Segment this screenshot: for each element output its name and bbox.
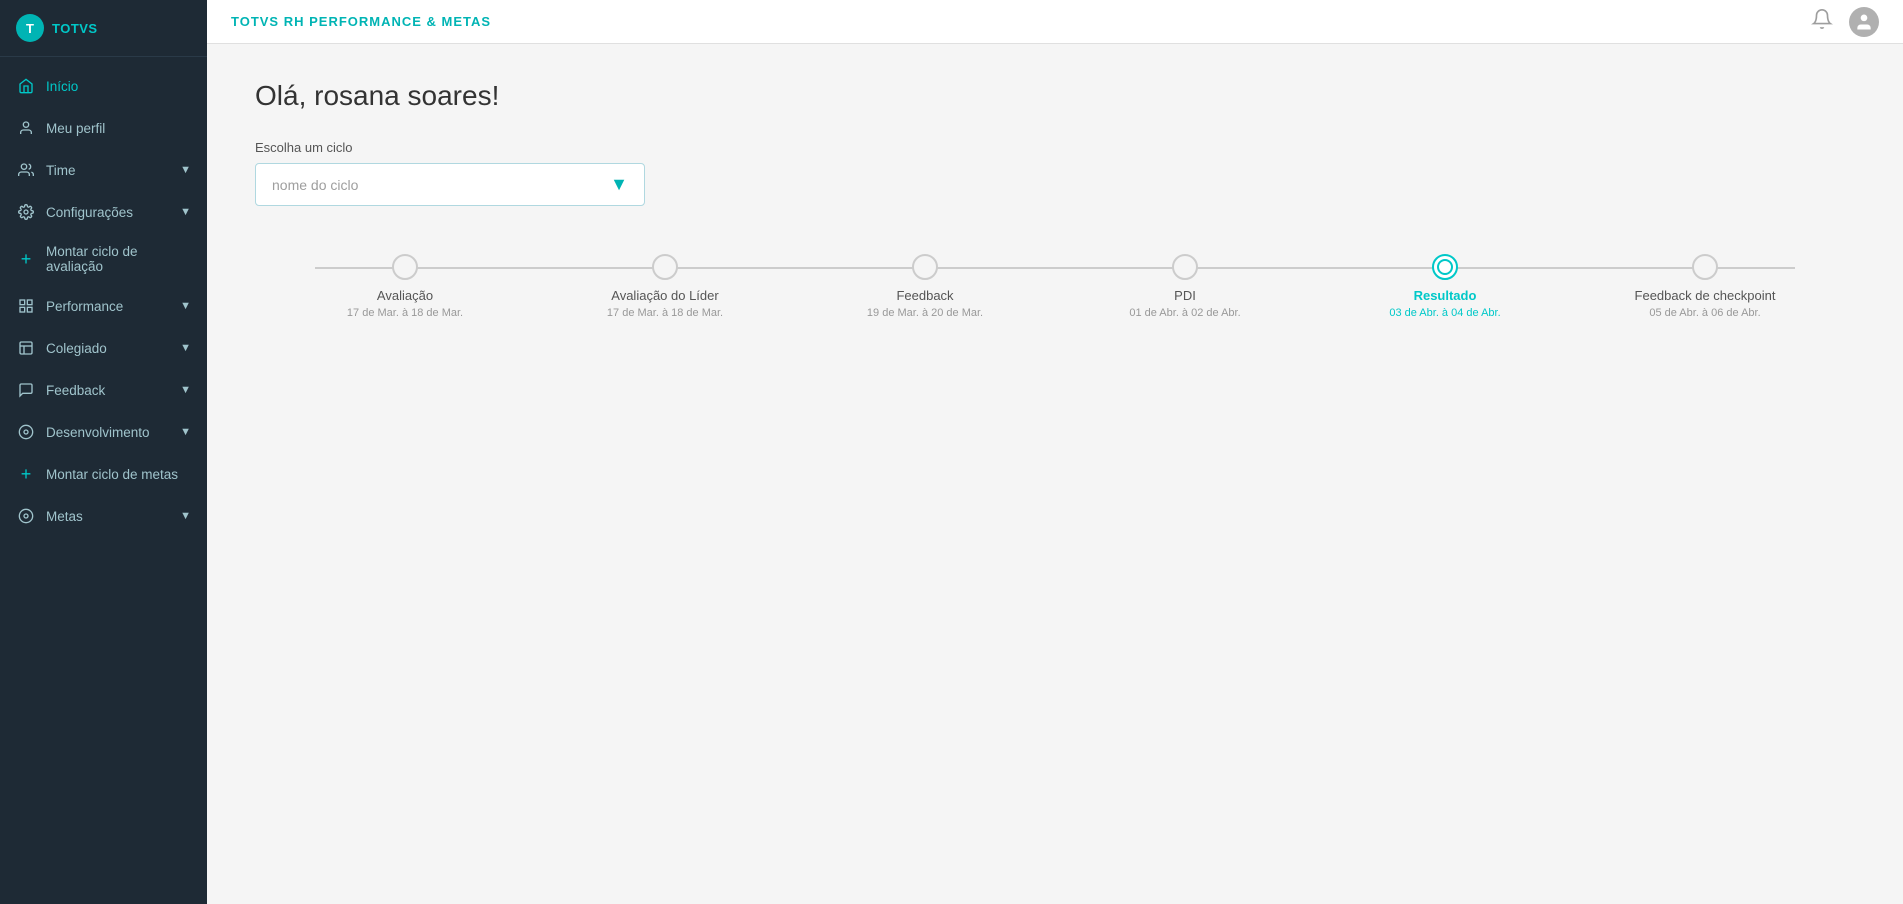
montar-ciclo-avaliacao-icon: + [16,249,36,269]
feedback-icon [16,380,36,400]
step-title-pdi: PDI [1174,288,1196,303]
sidebar-item-performance[interactable]: Performance ▼ [0,285,207,327]
user-avatar[interactable] [1849,7,1879,37]
inicio-icon [16,76,36,96]
configuracoes-icon [16,202,36,222]
sidebar-item-label-metas: Metas [46,509,180,524]
sidebar-item-feedback[interactable]: Feedback ▼ [0,369,207,411]
sidebar-item-label-colegiado: Colegiado [46,341,180,356]
sidebar-item-colegiado[interactable]: Colegiado ▼ [0,327,207,369]
cycle-label: Escolha um ciclo [255,140,1855,155]
sidebar-item-label-configuracoes: Configurações [46,205,180,220]
chevron-icon-colegiado: ▼ [180,342,191,354]
step-date-avaliacao: 17 de Mar. à 18 de Mar. [347,307,463,319]
step-circle-resultado [1432,254,1458,280]
sidebar-item-desenvolvimento[interactable]: Desenvolvimento ▼ [0,411,207,453]
step-title-feedback-checkpoint: Feedback de checkpoint [1635,288,1776,303]
sidebar-item-label-meu-perfil: Meu perfil [46,121,191,136]
montar-ciclo-metas-icon: + [16,464,36,484]
sidebar-navigation: Início Meu perfil Time ▼ Configurações ▼… [0,57,207,904]
step-date-resultado: 03 de Abr. à 04 de Abr. [1389,307,1500,319]
colegiado-icon [16,338,36,358]
cycle-select-dropdown[interactable]: nome do ciclo ▼ [255,163,645,206]
sidebar-item-metas[interactable]: Metas ▼ [0,495,207,537]
step-title-resultado: Resultado [1414,288,1477,303]
sidebar-item-configuracoes[interactable]: Configurações ▼ [0,191,207,233]
topbar: TOTVS RH PERFORMANCE & METAS [207,0,1903,44]
main-content: Olá, rosana soares! Escolha um ciclo nom… [207,44,1903,904]
step-circle-feedback [912,254,938,280]
timeline-step-feedback: Feedback 19 de Mar. à 20 de Mar. [795,254,1055,319]
step-circle-feedback-checkpoint [1692,254,1718,280]
desenvolvimento-icon [16,422,36,442]
cycle-select-text: nome do ciclo [272,177,358,193]
step-date-pdi: 01 de Abr. à 02 de Abr. [1129,307,1240,319]
sidebar-item-label-feedback: Feedback [46,383,180,398]
page-greeting: Olá, rosana soares! [255,80,1855,112]
step-date-avaliacao-lider: 17 de Mar. à 18 de Mar. [607,307,723,319]
sidebar-item-montar-ciclo-metas[interactable]: + Montar ciclo de metas [0,453,207,495]
sidebar-item-label-inicio: Início [46,79,191,94]
sidebar-item-label-time: Time [46,163,180,178]
performance-icon [16,296,36,316]
chevron-icon-desenvolvimento: ▼ [180,426,191,438]
sidebar-item-montar-ciclo-avaliacao[interactable]: + Montar ciclo de avaliação [0,233,207,285]
sidebar: T TOTVS Início Meu perfil Time ▼ Configu… [0,0,207,904]
sidebar-logo: T TOTVS [0,0,207,57]
timeline-step-pdi: PDI 01 de Abr. à 02 de Abr. [1055,254,1315,319]
timeline-step-avaliacao: Avaliação 17 de Mar. à 18 de Mar. [275,254,535,319]
totvs-logo-icon: T [16,14,44,42]
step-title-feedback: Feedback [896,288,953,303]
step-circle-avaliacao [392,254,418,280]
meu-perfil-icon [16,118,36,138]
totvs-logo-text: TOTVS [52,21,98,36]
chevron-down-icon: ▼ [610,174,628,195]
sidebar-item-label-montar-ciclo-avaliacao: Montar ciclo de avaliação [46,244,191,274]
topbar-actions [1811,7,1879,37]
notification-bell-button[interactable] [1811,8,1833,36]
timeline-step-resultado: Resultado 03 de Abr. à 04 de Abr. [1315,254,1575,319]
timeline-step-avaliacao-lider: Avaliação do Líder 17 de Mar. à 18 de Ma… [535,254,795,319]
cycle-timeline: Avaliação 17 de Mar. à 18 de Mar. Avalia… [255,254,1855,319]
chevron-icon-performance: ▼ [180,300,191,312]
step-circle-pdi [1172,254,1198,280]
timeline-step-feedback-checkpoint: Feedback de checkpoint 05 de Abr. à 06 d… [1575,254,1835,319]
step-title-avaliacao-lider: Avaliação do Líder [611,288,718,303]
step-circle-avaliacao-lider [652,254,678,280]
chevron-icon-time: ▼ [180,164,191,176]
sidebar-item-label-desenvolvimento: Desenvolvimento [46,425,180,440]
step-date-feedback: 19 de Mar. à 20 de Mar. [867,307,983,319]
time-icon [16,160,36,180]
chevron-icon-metas: ▼ [180,510,191,522]
step-date-feedback-checkpoint: 05 de Abr. à 06 de Abr. [1649,307,1760,319]
sidebar-item-label-performance: Performance [46,299,180,314]
sidebar-item-meu-perfil[interactable]: Meu perfil [0,107,207,149]
topbar-title: TOTVS RH PERFORMANCE & METAS [231,14,491,29]
step-title-avaliacao: Avaliação [377,288,433,303]
main-area: TOTVS RH PERFORMANCE & METAS Olá, rosana… [207,0,1903,904]
chevron-icon-configuracoes: ▼ [180,206,191,218]
chevron-icon-feedback: ▼ [180,384,191,396]
sidebar-item-inicio[interactable]: Início [0,65,207,107]
sidebar-item-time[interactable]: Time ▼ [0,149,207,191]
sidebar-item-label-montar-ciclo-metas: Montar ciclo de metas [46,467,191,482]
metas-icon [16,506,36,526]
